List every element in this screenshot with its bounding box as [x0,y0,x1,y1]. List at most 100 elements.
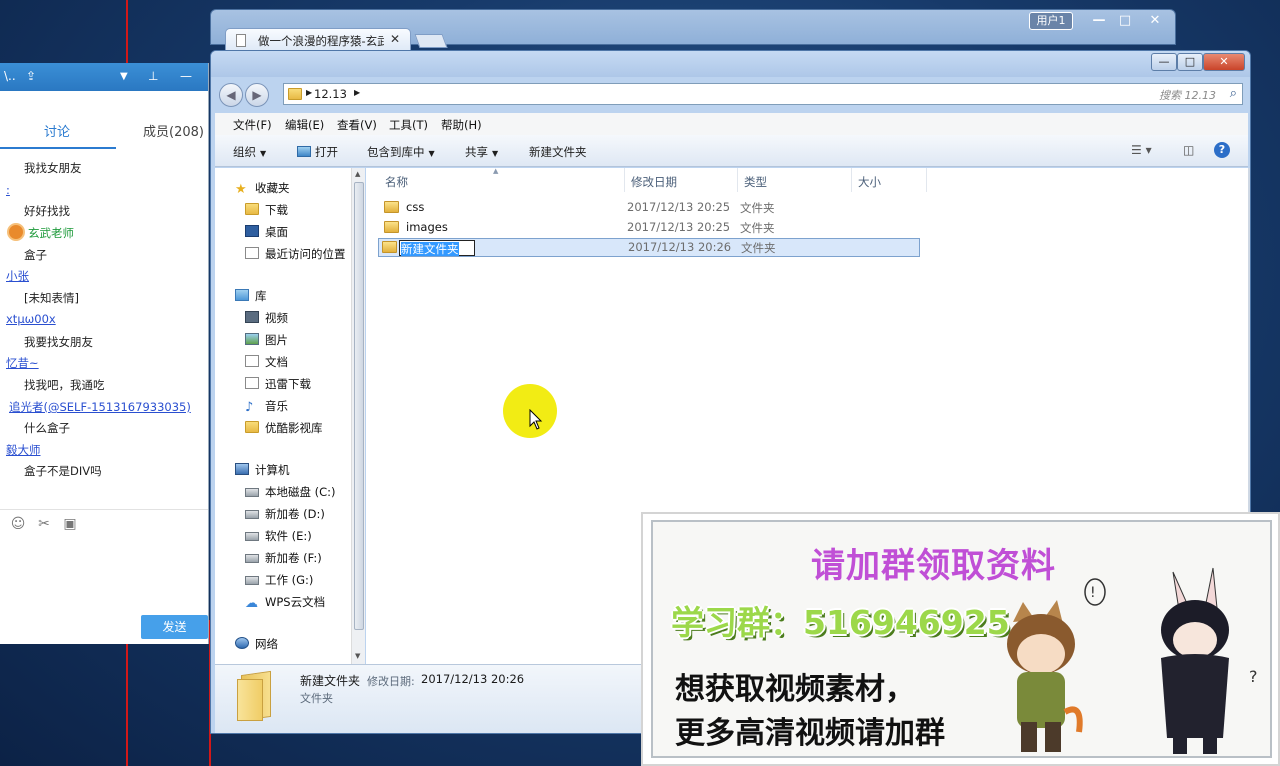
file-type: 文件夹 [740,201,775,215]
scrollbar-thumb[interactable] [354,182,364,630]
document-icon [236,34,246,47]
message-sender[interactable]: 忆昔~ [6,355,39,371]
menu-edit[interactable]: 编辑(E) [285,117,324,133]
column-divider[interactable] [851,168,852,192]
message-sender[interactable]: 毅大师 [6,442,41,458]
details-type: 文件夹 [300,692,333,705]
tab-members[interactable]: 成员(208) [143,121,204,140]
back-button[interactable]: ◀ [219,83,243,107]
minimize-icon[interactable]: — [180,69,192,83]
nav-network[interactable]: 网络 [235,636,278,652]
nav-pictures[interactable]: 图片 [245,332,288,348]
avatar[interactable] [7,223,25,241]
nav-drive-d[interactable]: 新加卷 (D:) [245,506,325,522]
open-icon [297,146,311,157]
view-options-icon[interactable]: ☰ ▾ [1131,143,1152,157]
organize-button[interactable]: 组织 ▼ [233,144,266,160]
details-modified: 2017/12/13 20:26 [421,672,525,686]
message-text: 找我吧，我通吃 [24,378,105,392]
folder-large-icon [237,670,275,722]
nav-music[interactable]: ♪ 音乐 [245,398,288,414]
nav-drive-g[interactable]: 工作 (G:) [245,572,313,588]
help-icon[interactable]: ? [1214,142,1230,158]
open-button[interactable]: 打开 [297,144,338,160]
file-row[interactable]: css 2017/12/13 20:25 文件夹 [378,198,920,217]
nav-thunder[interactable]: 迅雷下载 [245,376,311,392]
nav-videos[interactable]: 视频 [245,310,288,326]
nav-desktop[interactable]: 桌面 [245,224,288,240]
emoji-icon[interactable]: ☺ [10,516,26,532]
preview-pane-icon[interactable]: ◫ [1183,143,1194,157]
column-divider[interactable] [624,168,625,192]
address-bar[interactable]: ▶ 12.13 ▶ 搜索 12.13 ⌕ [283,83,1243,105]
menu-help[interactable]: 帮助(H) [441,117,482,133]
nav-downloads[interactable]: 下载 [245,202,288,218]
new-tab-button[interactable] [414,34,448,48]
scroll-up-icon[interactable]: ▲ [355,170,360,178]
image-icon[interactable]: ▣ [62,516,78,532]
close-tab-icon[interactable]: ✕ [390,32,400,46]
menu-file[interactable]: 文件(F) [233,117,272,133]
user-button[interactable]: 用户1 [1029,12,1073,30]
maximize-button[interactable]: □ [1177,53,1203,71]
close-button[interactable]: ✕ [1203,53,1245,71]
column-modified[interactable]: 修改日期 [631,174,677,190]
menu-tools[interactable]: 工具(T) [389,117,428,133]
nav-favorites[interactable]: ★ 收藏夹 [235,180,290,198]
nav-drive-c[interactable]: 本地磁盘 (C:) [245,484,336,500]
column-size[interactable]: 大小 [858,174,881,190]
search-icon[interactable]: ⌕ [1230,86,1237,101]
share-button[interactable]: 共享 ▼ [465,144,498,160]
close-icon[interactable]: ✕ [1143,12,1167,30]
nav-recent[interactable]: 最近访问的位置 [245,246,346,262]
drive-icon [245,576,259,585]
command-bar: 组织 ▼ 打开 包含到库中 ▼ 共享 ▼ 新建文件夹 ☰ ▾ ◫ ? [215,135,1248,167]
minimize-icon[interactable]: — [1087,12,1111,30]
browser-tab[interactable]: 做一个浪漫的程序猿-玄武 ✕ [225,28,411,52]
document-icon [245,355,259,367]
desktop-icon [245,225,259,237]
message-sender[interactable]: 小张 [6,268,29,284]
chat-titlebar: \.. ⇪ ▼ ⊥ — [0,63,208,91]
breadcrumb[interactable]: 12.13 [314,87,347,101]
scissors-icon[interactable]: ✂ [36,516,52,532]
library-icon [235,289,249,301]
anime-characters-illustration: ! ? [1007,567,1258,754]
send-button[interactable]: 发送 [141,615,208,639]
rename-input[interactable]: 新建文件夹 [399,240,475,256]
column-name[interactable]: 名称 [385,174,408,190]
forward-button[interactable]: ▶ [245,83,269,107]
message-sender[interactable]: : [6,183,10,197]
minimize-button[interactable]: — [1151,53,1177,71]
tab-underline [0,147,116,149]
column-divider[interactable] [926,168,927,192]
menu-view[interactable]: 查看(V) [337,117,377,133]
nav-computer[interactable]: 计算机 [235,462,290,478]
dropdown-icon[interactable]: ▼ [120,71,128,82]
file-row-selected[interactable]: 新建文件夹 2017/12/13 20:26 文件夹 [378,238,920,257]
message-sender[interactable]: 玄武老师 [28,225,74,241]
nav-scrollbar[interactable]: ▲ ▼ [351,168,365,664]
tab-discuss[interactable]: 讨论 [44,121,70,140]
drive-icon [245,510,259,519]
message-sender[interactable]: 追光者(@SELF-1513167933035) [9,399,191,415]
nav-wps-cloud[interactable]: ☁ WPS云文档 [245,594,325,610]
search-input[interactable]: 搜索 12.13 [1159,87,1216,103]
message-sender[interactable]: xtµω00x [6,312,56,326]
nav-drive-e[interactable]: 软件 (E:) [245,528,312,544]
maximize-icon[interactable]: □ [1113,12,1137,30]
file-row[interactable]: images 2017/12/13 20:25 文件夹 [378,218,920,237]
share-icon[interactable]: ⇪ [26,69,36,83]
column-type[interactable]: 类型 [744,174,767,190]
column-divider[interactable] [737,168,738,192]
nav-drive-f[interactable]: 新加卷 (F:) [245,550,322,566]
pin-icon[interactable]: ⊥ [148,69,158,83]
nav-documents[interactable]: 文档 [245,354,288,370]
browser-tab-title: 做一个浪漫的程序猿-玄武 [258,34,384,48]
message-text: 我找女朋友 [24,161,82,175]
nav-youku[interactable]: 优酷影视库 [245,420,323,436]
nav-libraries[interactable]: 库 [235,288,267,304]
new-folder-button[interactable]: 新建文件夹 [529,144,587,160]
scroll-down-icon[interactable]: ▼ [355,652,360,660]
include-library-button[interactable]: 包含到库中 ▼ [367,144,435,160]
